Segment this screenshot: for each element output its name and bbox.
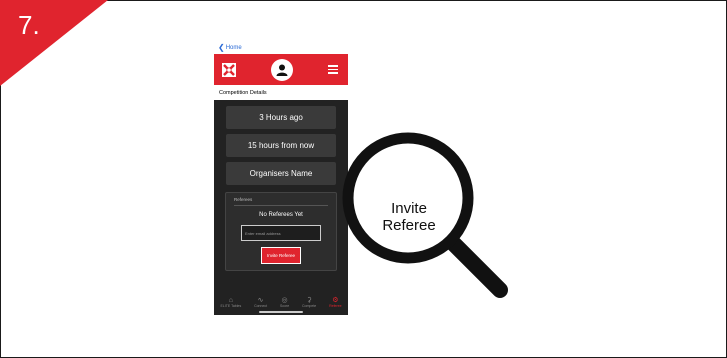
home-indicator (259, 311, 303, 313)
start-time-card: 3 Hours ago (226, 106, 336, 129)
invite-referee-button[interactable]: Invite Referee (261, 247, 301, 264)
club-logo-icon[interactable] (222, 62, 236, 77)
callout-line-1: Invite (391, 200, 427, 217)
nav-item-connect[interactable]: ∿ Connect (254, 297, 267, 308)
wifi-icon: ∿ (257, 297, 264, 304)
nav-item-compete[interactable]: ⚳ Compete (302, 297, 316, 308)
phone-screen: ❮ Home Competition Details 3 Hours ago 1… (214, 41, 348, 315)
email-field[interactable]: Enter email address (241, 225, 321, 241)
details-cards: 3 Hours ago 15 hours from now Organisers… (214, 100, 348, 185)
callout-line-2: Referee (382, 217, 436, 234)
avatar[interactable] (271, 58, 293, 81)
step-number: 7. (18, 10, 40, 40)
organiser-card: Organisers Name (226, 162, 336, 185)
user-icon (276, 64, 288, 76)
score-icon: ◎ (281, 297, 288, 304)
nav-item-referee[interactable]: ⚙ Referee (329, 297, 341, 308)
nav-bar: ❮ Home (214, 41, 348, 54)
no-referees-text: No Referees Yet (259, 212, 303, 218)
app-header (214, 54, 348, 85)
trophy-icon: ⚳ (306, 297, 312, 304)
referees-title: Referees (234, 197, 328, 206)
end-time-card: 15 hours from now (226, 134, 336, 157)
callout-label: Invite Referee (366, 200, 452, 234)
chevron-left-icon[interactable]: ❮ (218, 43, 225, 52)
menu-icon[interactable] (328, 65, 338, 74)
bottom-nav: ⌂ ELITE Tables ∿ Connect ◎ Score ⚳ Compe… (214, 292, 348, 308)
nav-item-score[interactable]: ◎ Score (280, 297, 289, 308)
step-corner-badge (0, 0, 108, 86)
back-home-link[interactable]: Home (226, 45, 242, 51)
nav-item-elite-tables[interactable]: ⌂ ELITE Tables (220, 297, 241, 308)
gear-icon: ⚙ (332, 297, 339, 304)
section-title: Competition Details (214, 85, 348, 100)
home-icon: ⌂ (228, 297, 233, 304)
referees-panel: Referees No Referees Yet Enter email add… (225, 192, 337, 271)
